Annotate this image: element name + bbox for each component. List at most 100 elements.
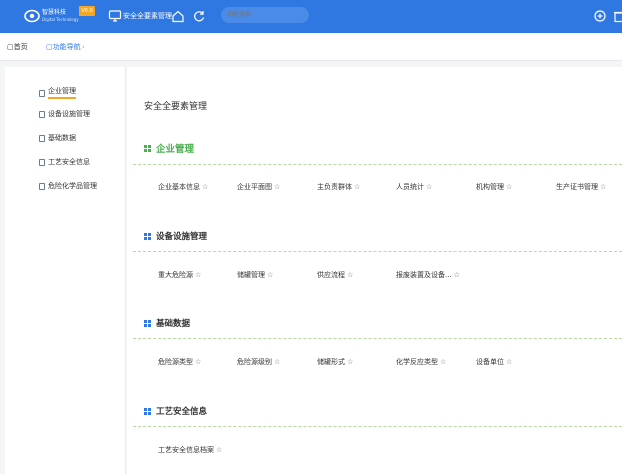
trash-icon[interactable] — [612, 9, 622, 23]
star-icon[interactable]: ☆ — [506, 358, 512, 366]
breadcrumb-separator: › — [82, 43, 85, 51]
nav-link-label: 人员统计 — [396, 183, 424, 191]
star-icon[interactable]: ☆ — [267, 271, 273, 279]
document-icon — [39, 111, 45, 118]
nav-link-label: 报废装置及设备... — [396, 271, 452, 279]
section-title: 企业管理 — [156, 144, 195, 155]
breadcrumb-home-label: 首页 — [13, 43, 28, 51]
nav-link[interactable]: 生产证书管理 ☆ — [556, 183, 606, 191]
document-icon — [39, 89, 45, 97]
section-equipment-header: 设备设施管理 — [144, 230, 207, 242]
nav-link[interactable]: 报废装置及设备... ☆ — [396, 271, 460, 279]
nav-link[interactable]: 企业平面图 ☆ — [237, 183, 280, 191]
star-icon[interactable]: ☆ — [195, 358, 201, 366]
grid-icon — [144, 232, 151, 240]
nav-link[interactable]: 供应流程 ☆ — [317, 271, 353, 279]
section-divider — [133, 338, 622, 339]
search-input[interactable] — [221, 7, 309, 23]
nav-link-label: 供应流程 — [317, 271, 345, 279]
section-divider — [133, 164, 622, 165]
sidebar-item-label: 危险化学品管理 — [48, 182, 97, 190]
logo-subtitle: Digital Technology — [42, 17, 79, 22]
home-icon[interactable] — [171, 9, 185, 23]
document-icon — [39, 135, 45, 142]
nav-link[interactable]: 危险源级别 ☆ — [237, 358, 280, 366]
sidebar-item-basic-data[interactable]: 基础数据 — [39, 134, 76, 143]
section-divider — [133, 251, 622, 252]
star-icon[interactable]: ☆ — [440, 358, 446, 366]
nav-link-label: 重大危险源 — [158, 271, 193, 279]
nav-link-label: 生产证书管理 — [556, 183, 598, 191]
home-doc-icon: ▢ — [7, 43, 14, 51]
breadcrumb: ▢首页 ▢功能导航 › — [0, 33, 622, 61]
grid-icon — [144, 319, 151, 327]
star-icon[interactable]: ☆ — [506, 183, 512, 191]
breadcrumb-home[interactable]: ▢首页 — [7, 43, 28, 51]
sidebar-item-equipment[interactable]: 设备设施管理 — [39, 110, 90, 119]
nav-link[interactable]: 企业基本信息 ☆ — [158, 183, 208, 191]
nav-link[interactable]: 化学反应类型 ☆ — [396, 358, 446, 366]
nav-link-label: 工艺安全信息档案 — [158, 446, 214, 454]
main-panel: 安全全要素管理 企业管理 企业基本信息 ☆ 企业平面图 ☆ 主负责群体 ☆ 人员统计 ☆… — [127, 67, 622, 474]
grid-icon — [144, 407, 151, 415]
nav-link[interactable]: 人员统计 ☆ — [396, 183, 432, 191]
nav-link-label: 危险源类型 — [158, 358, 193, 366]
star-icon[interactable]: ☆ — [426, 183, 432, 191]
breadcrumb-current[interactable]: ▢功能导航 — [46, 43, 81, 51]
add-circle-icon[interactable] — [593, 9, 607, 23]
version-badge: V6.0 — [79, 6, 95, 16]
nav-link[interactable]: 储罐形式 ☆ — [317, 358, 353, 366]
sidebar-item-label: 工艺安全信息 — [48, 158, 90, 166]
nav-link[interactable]: 主负责群体 ☆ — [317, 183, 360, 191]
star-icon[interactable]: ☆ — [347, 358, 353, 366]
logo-icon — [24, 9, 40, 23]
nav-link[interactable]: 设备单位 ☆ — [476, 358, 512, 366]
star-icon[interactable]: ☆ — [202, 183, 208, 191]
nav-link-label: 储罐管理 — [237, 271, 265, 279]
sidebar-item-label: 企业管理 — [48, 87, 76, 99]
section-title: 基础数据 — [156, 319, 191, 329]
section-title: 工艺安全信息 — [156, 407, 208, 417]
nav-link[interactable]: 危险源类型 ☆ — [158, 358, 201, 366]
star-icon[interactable]: ☆ — [216, 446, 222, 454]
nav-link-label: 储罐形式 — [317, 358, 345, 366]
section-basic-data-header: 基础数据 — [144, 317, 190, 329]
nav-doc-icon: ▢ — [46, 43, 53, 51]
star-icon[interactable]: ☆ — [354, 183, 360, 191]
section-title: 设备设施管理 — [156, 232, 208, 242]
module-title[interactable]: 安全全要素管理 — [123, 11, 172, 21]
nav-link-label: 主负责群体 — [317, 183, 352, 191]
sidebar-item-label: 基础数据 — [48, 134, 76, 142]
star-icon[interactable]: ☆ — [600, 183, 606, 191]
sidebar-item-label: 设备设施管理 — [48, 110, 90, 118]
nav-link[interactable]: 重大危险源 ☆ — [158, 271, 201, 279]
refresh-icon[interactable] — [192, 9, 206, 23]
nav-link-label: 化学反应类型 — [396, 358, 438, 366]
section-divider — [133, 426, 622, 427]
grid-icon — [144, 144, 151, 152]
nav-link[interactable]: 储罐管理 ☆ — [237, 271, 273, 279]
section-enterprise-header: 企业管理 — [144, 141, 194, 155]
monitor-icon[interactable] — [108, 9, 122, 23]
nav-link-label: 企业基本信息 — [158, 183, 200, 191]
sidebar-item-hazardous-chemicals[interactable]: 危险化学品管理 — [39, 182, 97, 191]
star-icon[interactable]: ☆ — [274, 358, 280, 366]
nav-link-label: 危险源级别 — [237, 358, 272, 366]
document-icon — [39, 183, 45, 190]
nav-link-label: 设备单位 — [476, 358, 504, 366]
nav-link[interactable]: 机构管理 ☆ — [476, 183, 512, 191]
star-icon[interactable]: ☆ — [454, 271, 460, 279]
section-process-safety-header: 工艺安全信息 — [144, 405, 207, 417]
star-icon[interactable]: ☆ — [195, 271, 201, 279]
star-icon[interactable]: ☆ — [347, 271, 353, 279]
logo-text: 智慧科技 Digital Technology — [42, 9, 79, 23]
logo-title: 智慧科技 — [42, 9, 67, 16]
document-icon — [39, 159, 45, 166]
nav-link[interactable]: 工艺安全信息档案 ☆ — [158, 446, 222, 454]
star-icon[interactable]: ☆ — [274, 183, 280, 191]
nav-link-label: 机构管理 — [476, 183, 504, 191]
sidebar-item-process-safety[interactable]: 工艺安全信息 — [39, 158, 90, 167]
nav-link-label: 企业平面图 — [237, 183, 272, 191]
sidebar-item-enterprise[interactable]: 企业管理 — [39, 87, 76, 99]
page-title: 安全全要素管理 — [144, 102, 208, 112]
